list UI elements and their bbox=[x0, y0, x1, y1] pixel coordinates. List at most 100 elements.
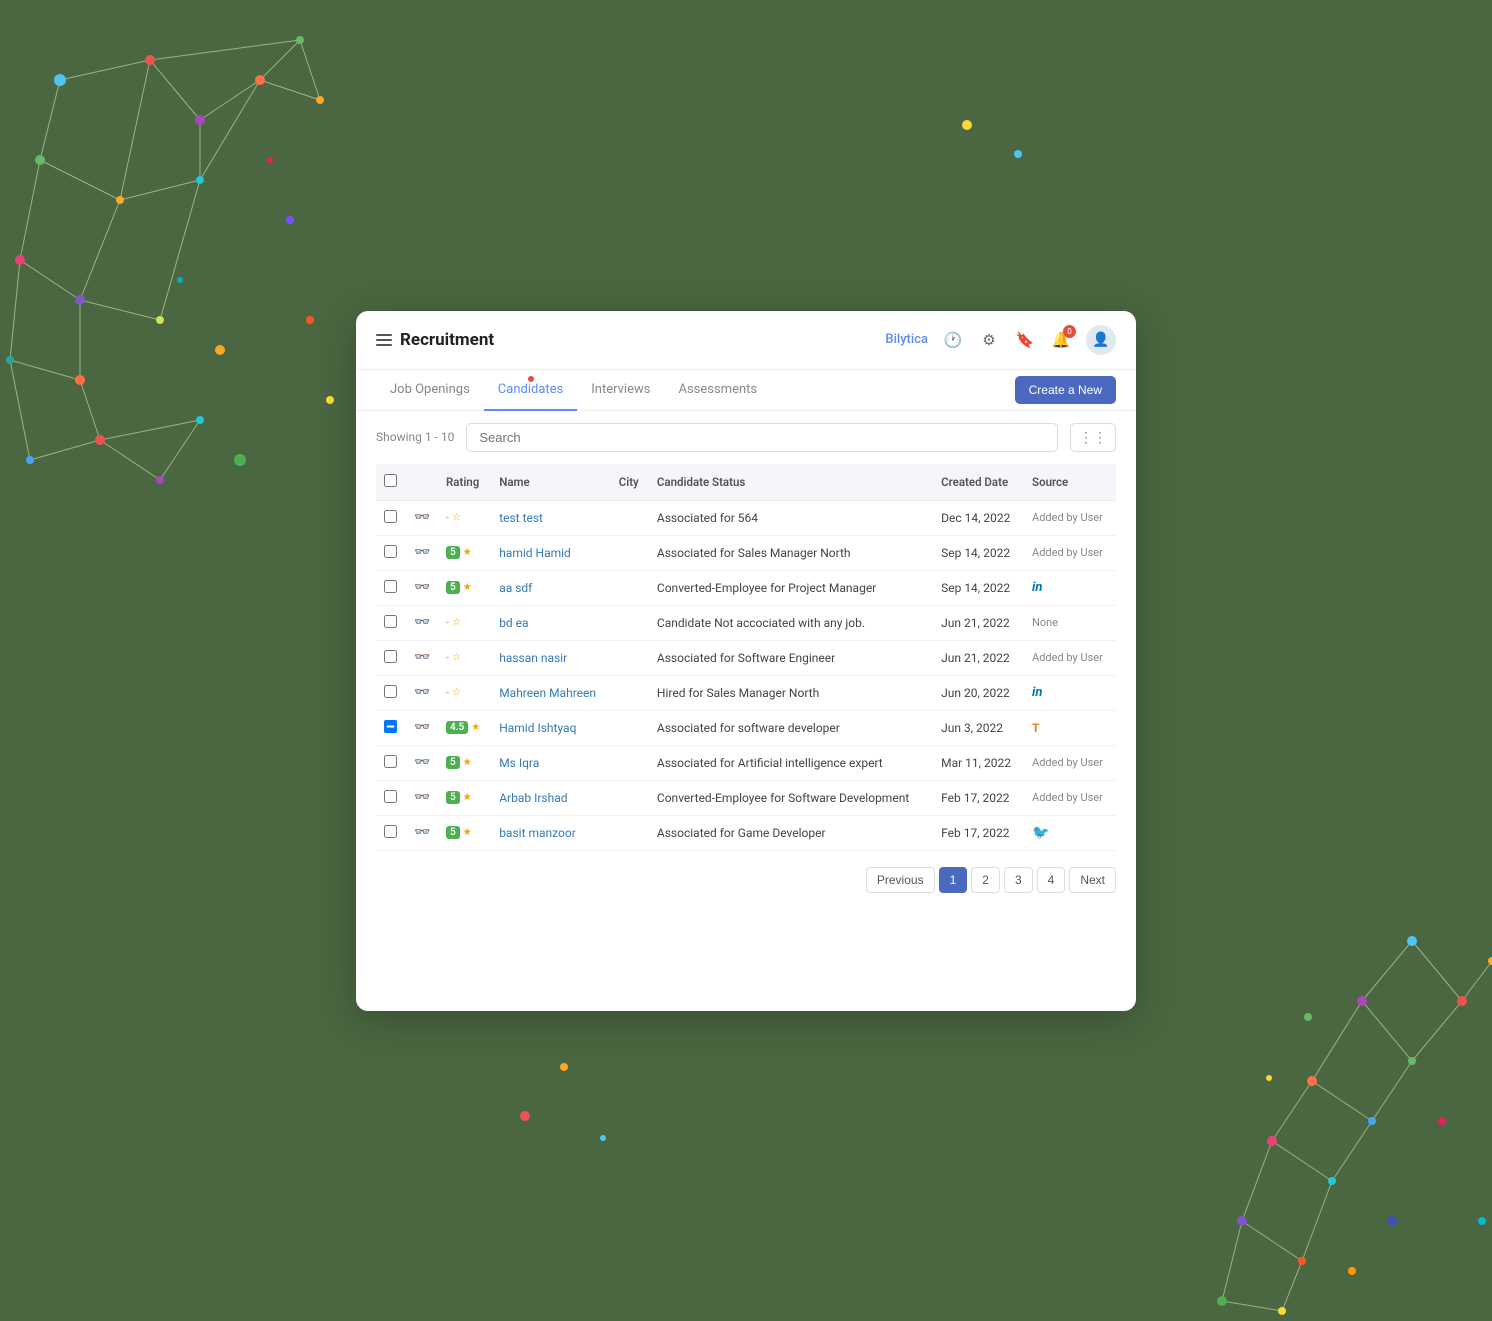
row-checkbox[interactable] bbox=[384, 545, 397, 558]
page-2-button[interactable]: 2 bbox=[971, 867, 1000, 893]
candidate-status: Associated for 564 bbox=[649, 500, 933, 535]
candidates-table: Rating Name City Candidate Status Create… bbox=[376, 464, 1116, 851]
row-checkbox[interactable] bbox=[384, 685, 397, 698]
preview-icon[interactable]: 👓 bbox=[414, 650, 428, 665]
candidate-name[interactable]: basit manzoor bbox=[491, 815, 611, 850]
candidate-city bbox=[611, 745, 649, 780]
rating-cell: 5★ bbox=[446, 791, 483, 804]
row-checkbox[interactable] bbox=[384, 790, 397, 803]
bookmark-icon[interactable]: 🔖 bbox=[1014, 329, 1036, 351]
preview-icon[interactable]: 👓 bbox=[414, 755, 428, 770]
row-checkbox[interactable] bbox=[384, 825, 397, 838]
search-input[interactable] bbox=[466, 423, 1058, 452]
table-header-row: Rating Name City Candidate Status Create… bbox=[376, 464, 1116, 501]
prev-button[interactable]: Previous bbox=[866, 867, 935, 893]
preview-icon[interactable]: 👓 bbox=[414, 545, 428, 560]
candidate-city bbox=[611, 710, 649, 745]
tab-job-openings[interactable]: Job Openings bbox=[376, 370, 484, 411]
select-all-checkbox[interactable] bbox=[384, 474, 397, 487]
rating-number: 5 bbox=[446, 826, 460, 839]
created-date: Sep 14, 2022 bbox=[933, 570, 1024, 605]
candidate-status: Converted-Employee for Project Manager bbox=[649, 570, 933, 605]
preview-icon[interactable]: 👓 bbox=[414, 510, 428, 525]
candidate-status: Associated for Game Developer bbox=[649, 815, 933, 850]
row-checkbox[interactable] bbox=[384, 755, 397, 768]
rating-cell: 5★ bbox=[446, 756, 483, 769]
candidate-status: Associated for Software Engineer bbox=[649, 640, 933, 675]
candidate-name[interactable]: bd ea bbox=[491, 605, 611, 640]
header-name-col: Name bbox=[491, 464, 611, 501]
header-right: Bilytica 🕐 ⚙ 🔖 🔔 0 👤 bbox=[885, 325, 1116, 355]
preview-icon[interactable]: 👓 bbox=[414, 720, 428, 735]
menu-icon[interactable] bbox=[376, 334, 392, 346]
header-source-col: Source bbox=[1024, 464, 1116, 501]
header-date-col: Created Date bbox=[933, 464, 1024, 501]
candidate-city bbox=[611, 570, 649, 605]
star-icon: ☆ bbox=[452, 687, 461, 698]
header-status-col: Candidate Status bbox=[649, 464, 933, 501]
tab-assessments[interactable]: Assessments bbox=[664, 370, 771, 411]
table-row: 👓 5★ basit manzoor Associated for Game Deve… bbox=[376, 815, 1116, 850]
candidate-name[interactable]: Arbab Irshad bbox=[491, 780, 611, 815]
filter-button[interactable]: ⋮⋮ bbox=[1070, 423, 1116, 452]
create-new-button[interactable]: Create a New bbox=[1015, 376, 1116, 404]
rating-dash: - bbox=[446, 686, 449, 699]
header-rating-col: Rating bbox=[438, 464, 491, 501]
star-icon: ★ bbox=[463, 547, 472, 558]
notification-icon[interactable]: 🔔 0 bbox=[1050, 329, 1072, 351]
candidate-name[interactable]: aa sdf bbox=[491, 570, 611, 605]
preview-icon[interactable]: 👓 bbox=[414, 790, 428, 805]
table-row: 👓 -☆ hassan nasir Associated for Software E… bbox=[376, 640, 1116, 675]
tab-candidates[interactable]: Candidates bbox=[484, 370, 577, 411]
candidate-city bbox=[611, 535, 649, 570]
rating-number: 5 bbox=[446, 581, 460, 594]
candidate-name[interactable]: hamid Hamid bbox=[491, 535, 611, 570]
rating-cell: 5★ bbox=[446, 826, 483, 839]
tab-interviews[interactable]: Interviews bbox=[577, 370, 664, 411]
candidate-name[interactable]: Mahreen Mahreen bbox=[491, 675, 611, 710]
page-3-button[interactable]: 3 bbox=[1004, 867, 1033, 893]
candidate-status: Associated for software developer bbox=[649, 710, 933, 745]
source-cell: Added by User bbox=[1024, 780, 1116, 815]
avatar[interactable]: 👤 bbox=[1086, 325, 1116, 355]
candidate-name[interactable]: hassan nasir bbox=[491, 640, 611, 675]
next-button[interactable]: Next bbox=[1069, 867, 1116, 893]
source-cell: Added by User bbox=[1024, 500, 1116, 535]
star-icon: ★ bbox=[463, 792, 472, 803]
rating-dash: - bbox=[446, 651, 449, 664]
rating-cell: -☆ bbox=[446, 651, 483, 664]
created-date: Feb 17, 2022 bbox=[933, 815, 1024, 850]
row-checkbox[interactable] bbox=[384, 650, 397, 663]
candidate-name[interactable]: Hamid Ishtyaq bbox=[491, 710, 611, 745]
preview-icon[interactable]: 👓 bbox=[414, 825, 428, 840]
candidate-city bbox=[611, 815, 649, 850]
table-row: 👓 4.5★ Hamid Ishtyaq Associated for softwar… bbox=[376, 710, 1116, 745]
rating-number: 4.5 bbox=[446, 721, 468, 734]
candidate-name[interactable]: Ms Iqra bbox=[491, 745, 611, 780]
preview-icon[interactable]: 👓 bbox=[414, 615, 428, 630]
star-icon: ★ bbox=[471, 722, 480, 733]
source-cell: Added by User bbox=[1024, 640, 1116, 675]
star-icon: ☆ bbox=[452, 512, 461, 523]
rating-number: 5 bbox=[446, 546, 460, 559]
row-checkbox[interactable] bbox=[384, 615, 397, 628]
page-4-button[interactable]: 4 bbox=[1037, 867, 1066, 893]
row-checkbox[interactable] bbox=[384, 510, 397, 523]
table-body: 👓-☆test testAssociated for 564Dec 14, 20… bbox=[376, 500, 1116, 850]
source-cell: 🐦 bbox=[1024, 815, 1116, 850]
row-checkbox[interactable] bbox=[384, 580, 397, 593]
created-date: Mar 11, 2022 bbox=[933, 745, 1024, 780]
preview-icon[interactable]: 👓 bbox=[414, 685, 428, 700]
rating-cell: 5★ bbox=[446, 581, 483, 594]
candidate-name[interactable]: test test bbox=[491, 500, 611, 535]
source-cell: Added by User bbox=[1024, 535, 1116, 570]
gear-icon[interactable]: ⚙ bbox=[978, 329, 1000, 351]
clock-icon[interactable]: 🕐 bbox=[942, 329, 964, 351]
page-1-button[interactable]: 1 bbox=[939, 867, 968, 893]
candidate-status: Hired for Sales Manager North bbox=[649, 675, 933, 710]
row-checkbox[interactable] bbox=[384, 720, 397, 733]
candidate-status: Associated for Sales Manager North bbox=[649, 535, 933, 570]
twitter-icon: 🐦 bbox=[1032, 825, 1049, 841]
preview-icon[interactable]: 👓 bbox=[414, 580, 428, 595]
created-date: Jun 21, 2022 bbox=[933, 640, 1024, 675]
